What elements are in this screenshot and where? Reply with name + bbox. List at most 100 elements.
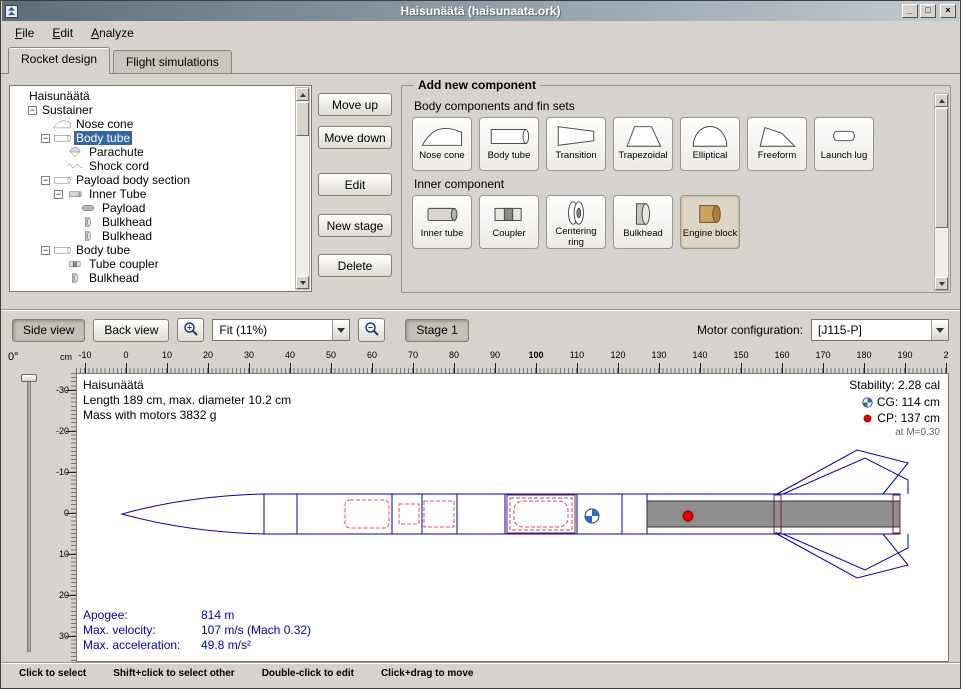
component-button-engineblock[interactable]: Engine block (680, 195, 740, 249)
cg-row: CG: 114 cm (862, 395, 940, 409)
zoom-select[interactable]: Fit (11%) (212, 319, 350, 341)
tree-item[interactable]: Haisunäätä (11, 89, 295, 103)
cg-text: CG: 114 cm (877, 395, 940, 409)
ruler-label: 130 (651, 350, 666, 360)
motor-configuration-select[interactable]: [J115-P] (811, 319, 949, 341)
new-stage-button[interactable]: New stage (318, 214, 392, 237)
rotation-slider-thumb[interactable] (21, 374, 37, 382)
ruler-unit-label: cm (56, 349, 76, 373)
rocket-info: Haisunäätä Length 189 cm, max. diameter … (83, 378, 291, 423)
delete-button[interactable]: Delete (318, 254, 392, 277)
scroll-down-icon[interactable] (296, 276, 309, 289)
section-label: Inner component (414, 177, 942, 191)
rocket-canvas[interactable]: Haisunäätä Length 189 cm, max. diameter … (76, 373, 949, 662)
tree-scrollbar[interactable] (295, 87, 310, 290)
tree-item[interactable]: Shock cord (11, 159, 295, 173)
stage-1-toggle[interactable]: Stage 1 (405, 319, 468, 342)
move-down-button[interactable]: Move down (318, 126, 392, 149)
expand-toggle-icon[interactable]: − (41, 134, 50, 143)
scroll-up-icon[interactable] (296, 88, 309, 101)
tree-item[interactable]: −Payload body section (11, 173, 295, 187)
tree-item[interactable]: −Body tube (11, 131, 295, 145)
tree-item[interactable]: Payload (11, 201, 295, 215)
component-button-label: Body tube (488, 151, 531, 161)
tree-item-label: Haisunäätä (27, 89, 92, 103)
expand-toggle-icon[interactable]: − (41, 176, 50, 185)
component-button-elliptical[interactable]: Elliptical (680, 117, 740, 171)
tab-flight-simulations[interactable]: Flight simulations (113, 50, 232, 73)
move-up-button[interactable]: Move up (318, 93, 392, 116)
tree-item[interactable]: Nose cone (11, 117, 295, 131)
bodytube-icon (53, 244, 71, 256)
tree-item[interactable]: −Sustainer (11, 103, 295, 117)
bulkhead-icon (79, 216, 97, 228)
edit-button[interactable]: Edit (318, 173, 392, 196)
component-button-launchlug[interactable]: Launch lug (814, 117, 874, 171)
launchlug-icon (822, 121, 866, 151)
component-button-transition[interactable]: Transition (546, 117, 606, 171)
ruler-label: 100 (528, 350, 543, 360)
component-button-label: Centering ring (547, 227, 605, 248)
rotation-slider-track[interactable] (27, 375, 31, 652)
performance-label: Max. acceleration: (83, 638, 201, 653)
app-icon (5, 5, 18, 18)
component-button-centeringring[interactable]: Centering ring (546, 195, 606, 249)
tree-item-label: Nose cone (74, 117, 135, 131)
component-button-bodytube[interactable]: Body tube (479, 117, 539, 171)
scrollbar-thumb[interactable] (935, 108, 948, 228)
menu-file[interactable]: File (6, 23, 43, 43)
component-tree: Haisunäätä−SustainerNose cone−Body tubeP… (11, 87, 295, 290)
performance-row: Max. acceleration:49.8 m/s² (83, 638, 311, 653)
component-button-nosecone[interactable]: Nose cone (412, 117, 472, 171)
scroll-down-icon[interactable] (935, 277, 948, 290)
menu-bar: FileEditAnalyze (2, 22, 959, 44)
performance-label: Apogee: (83, 608, 201, 623)
component-button-bulkhead[interactable]: Bulkhead (613, 195, 673, 249)
cg-icon (862, 397, 873, 408)
tree-item[interactable]: Bulkhead (11, 229, 295, 243)
expand-toggle-icon[interactable]: − (28, 106, 37, 115)
component-button-trapezoidal[interactable]: Trapezoidal (613, 117, 673, 171)
minimize-button[interactable]: _ (902, 4, 918, 18)
component-button-freeform[interactable]: Freeform (747, 117, 807, 171)
component-button-innertube[interactable]: Inner tube (412, 195, 472, 249)
side-view-button[interactable]: Side view (12, 319, 85, 342)
scroll-up-icon[interactable] (935, 94, 948, 107)
tree-item[interactable]: Bulkhead (11, 215, 295, 229)
back-view-button[interactable]: Back view (93, 319, 169, 342)
trapezoidal-icon (621, 121, 665, 151)
scrollbar-thumb[interactable] (296, 102, 309, 136)
close-button[interactable]: × (940, 4, 956, 18)
zoom-in-button[interactable] (177, 318, 204, 342)
performance-value: 814 m (201, 608, 234, 622)
add-panel-scrollbar[interactable] (934, 93, 949, 291)
menu-analyze[interactable]: Analyze (82, 23, 143, 43)
parachute-icon (66, 146, 84, 158)
tree-item[interactable]: −Body tube (11, 243, 295, 257)
zoom-in-icon (183, 321, 199, 340)
tree-item[interactable]: Tube coupler (11, 257, 295, 271)
status-hint: Double-click to edit (262, 668, 354, 679)
tree-item[interactable]: Bulkhead (11, 271, 295, 285)
section-label: Body components and fin sets (414, 99, 942, 113)
expand-toggle-icon[interactable]: − (41, 246, 50, 255)
expand-toggle-icon[interactable]: − (54, 190, 63, 199)
component-button-label: Trapezoidal (618, 151, 667, 161)
component-button-label: Nose cone (419, 151, 464, 161)
tree-item[interactable]: Parachute (11, 145, 295, 159)
chevron-down-icon[interactable] (931, 320, 948, 340)
zoom-out-button[interactable] (358, 318, 385, 342)
performance-label: Max. velocity: (83, 623, 201, 638)
tab-rocket-design[interactable]: Rocket design (8, 47, 110, 74)
component-button-coupler[interactable]: Coupler (479, 195, 539, 249)
chevron-down-icon[interactable] (332, 320, 349, 340)
maximize-button[interactable]: □ (920, 4, 936, 18)
tree-item-label: Sustainer (40, 103, 95, 117)
menu-edit[interactable]: Edit (43, 23, 82, 43)
zoom-value: Fit (11%) (213, 323, 273, 337)
component-button-label: Engine block (683, 229, 737, 239)
ruler-label: 170 (815, 350, 830, 360)
status-hint: Click to select (19, 668, 86, 679)
performance-value: 107 m/s (Mach 0.32) (201, 623, 311, 637)
tree-item[interactable]: −Inner Tube (11, 187, 295, 201)
